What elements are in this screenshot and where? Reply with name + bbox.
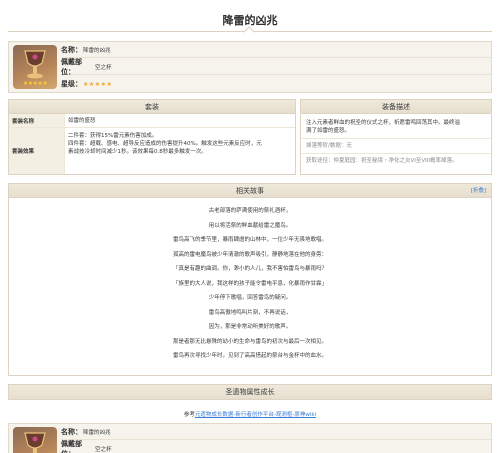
title-notch [243, 26, 255, 38]
set-name-value: 如雷的盛怒 [68, 118, 96, 124]
description-panel: 装备描述 注入元素者鲜血的祝圣的仪式之杯，祈愿雷鸣回荡其中。最终溢 满了如雷的盛… [300, 99, 492, 175]
description-panel-header: 装备描述 [301, 100, 491, 114]
story-line: 古老部落的萨满使用的祭礼酒杯， [208, 208, 292, 214]
set-effect-line: 素战技冷却时间减少1秒。该效果每0.8秒最多触发一次。 [68, 149, 207, 155]
name-row: 名称： 降雷的凶兆 [61, 42, 491, 58]
name-label: 名称： [61, 45, 82, 54]
story-line: 雷鸟再次寻找少年时，见到了高高搭起的祭台与金杯中的血水。 [172, 353, 327, 359]
story-panel-header: 相关故事 [折叠] [9, 184, 491, 198]
story-line: 用以将活祭的鲜血献给雷之魔鸟。 [208, 222, 292, 229]
slot-row: 佩戴部位： 空之杯 [61, 57, 491, 76]
set-effect-line: 四件套：超载、感电、超导反应造成的伤害提升40%。触发这些元素反应时，元 [68, 141, 262, 147]
set-panel: 套装 套装名称 如雷的盛怒 套装效果 二件套：获得15%雷元素伤害加成。 四件套… [8, 99, 296, 175]
obtain-source: 获取途径：仲夏庭园：祝圣秘境・净化之炎VI至VIII概率掉落。 [306, 158, 458, 164]
rarity-row: 星级： ★★★★★ [61, 76, 491, 92]
set-panel-header: 套装 [9, 100, 295, 114]
growth-panel-header: 圣遗物属性成长 [9, 385, 491, 399]
rarity-label: 星级： [61, 80, 82, 88]
slot-label: 佩戴部位： [61, 57, 82, 76]
slot-value: 空之杯 [95, 64, 112, 71]
story-line: 「真是有趣的曲调。你，渺小的人儿，我不害怕雷鸟与暴雨吗？ [172, 266, 327, 272]
set-name-row: 套装名称 如雷的盛怒 [9, 114, 295, 128]
page-title: 降雷的凶兆 [222, 14, 278, 27]
story-line: 「族里的大人说，我这样的孩子能令雷电平息，化暴雨作甘霖」 [172, 280, 327, 287]
slot-label-2: 佩戴部位： [61, 439, 82, 453]
set-effect-row: 套装效果 二件套：获得15%雷元素伤害加成。 四件套：超载、感电、超导反应造成的… [9, 128, 295, 174]
set-effect-line: 二件套：获得15%雷元素伤害加成。 [68, 133, 158, 139]
artifact-thumbnail-2 [13, 427, 57, 453]
artifact-info-card-2: 名称： 降雷的凶兆 佩戴部位： 空之杯 [8, 423, 492, 453]
growth-panel: 圣遗物属性成长 [8, 384, 492, 400]
story-line: 因为，那是非常动听美好的歌声。 [208, 324, 292, 330]
slot-row-2: 佩戴部位： 空之杯 [61, 439, 491, 453]
story-panel: 相关故事 [折叠] 古老部落的萨满使用的祭礼酒杯， 用以将活祭的鲜血献给雷之魔鸟… [8, 183, 492, 376]
name-value: 降雷的凶兆 [83, 47, 111, 54]
drop-source: 掉落等阶/数据：无 [301, 139, 491, 154]
artifact-info-card: ★★★★★ 名称： 降雷的凶兆 佩戴部位： 空之杯 星级： ★★★★★ [8, 41, 492, 93]
name-row-2: 名称： 降雷的凶兆 [61, 424, 491, 440]
reference-prefix: 参考 [183, 412, 195, 418]
story-line: 雷鸟高飞的季节里，暴雨肆虐的山林中，一位少年无畏地歌唱。 [172, 237, 327, 243]
set-effect-value: 二件套：获得15%雷元素伤害加成。 四件套：超载、感电、超导反应造成的伤害提升4… [65, 128, 295, 174]
slot-value-2: 空之杯 [95, 446, 112, 453]
set-effect-key: 套装效果 [9, 128, 65, 174]
name-value-2: 降雷的凶兆 [83, 429, 111, 436]
story-line: 孤高的雷电魔鸟被少年清澈的歌声吸引，静静地落在他的身旁： [172, 251, 327, 258]
artifact-thumbnail: ★★★★★ [13, 45, 57, 89]
thumbnail-stars: ★★★★★ [22, 80, 48, 87]
name-label-2: 名称： [61, 427, 82, 436]
collapse-toggle[interactable]: [折叠] [471, 184, 486, 198]
set-name-key: 套装名称 [9, 114, 65, 127]
story-line: 那是者那无比悬殊的幼小的生命与雷鸟的初次与最后一次相见。 [172, 338, 327, 345]
goblet-icon [24, 432, 46, 453]
story-line: 雷鸟高傲地鸣叫片刻，不再说话， [208, 309, 292, 316]
reference-link[interactable]: 元遗物成长数据-新行者创作平台-观测枢-原神wiki [195, 412, 316, 418]
rarity-stars: ★★★★★ [83, 80, 113, 88]
story-line: 少年停下歌唱，回答雷鸟的疑问。 [208, 295, 292, 301]
description-line: 满了如雷的盛怒。 [306, 128, 351, 134]
description-line: 注入元素者鲜血的祝圣的仪式之杯，祈愿雷鸣回荡其中。最终溢 [306, 120, 461, 126]
story-panel-title: 相关故事 [236, 187, 264, 195]
description-text: 注入元素者鲜血的祝圣的仪式之杯，祈愿雷鸣回荡其中。最终溢 满了如雷的盛怒。 [301, 114, 491, 139]
goblet-icon [24, 50, 46, 79]
reference-line: 参考元遗物成长数据-新行者创作平台-观测枢-原神wiki [0, 410, 500, 418]
story-body: 古老部落的萨满使用的祭礼酒杯， 用以将活祭的鲜血献给雷之魔鸟。 雷鸟高飞的季节里… [9, 198, 491, 364]
